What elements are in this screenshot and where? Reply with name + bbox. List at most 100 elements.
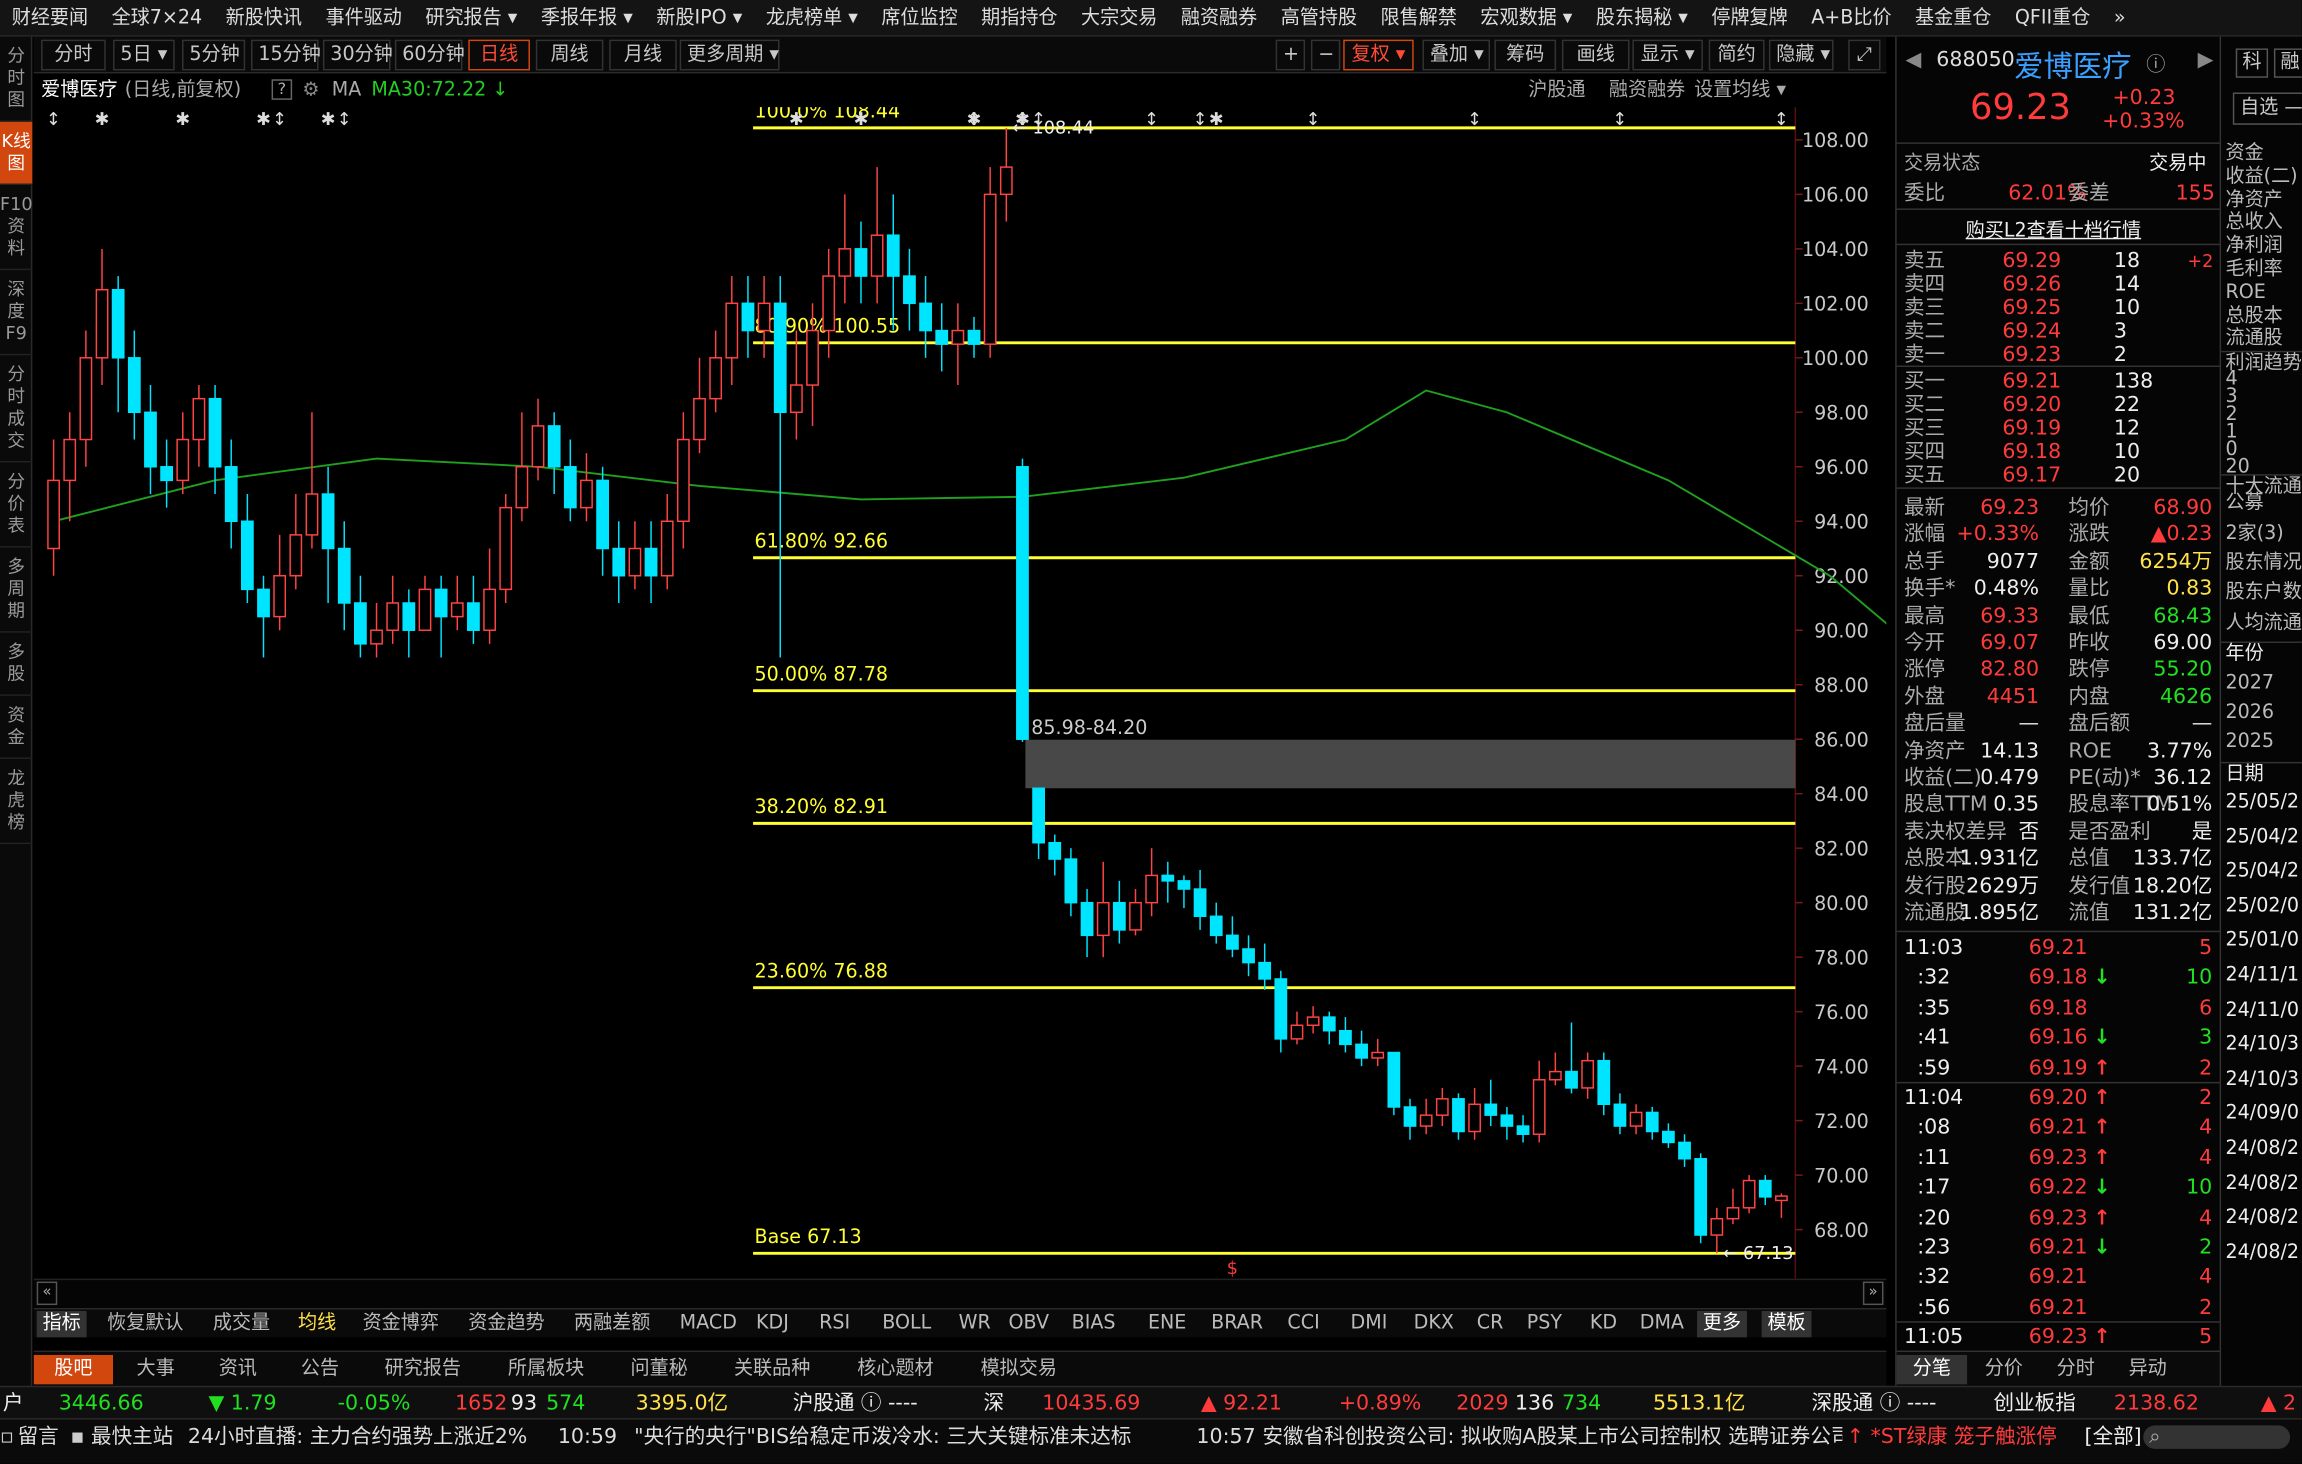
view-tab[interactable]: 多周期 bbox=[0, 548, 33, 633]
candle-body[interactable] bbox=[1145, 874, 1159, 904]
event-arrow-icon[interactable]: ↕ bbox=[1613, 110, 1628, 130]
nav-item[interactable]: 季报年报 ▾ bbox=[529, 0, 644, 37]
candle-body[interactable] bbox=[240, 520, 254, 591]
next-stock-icon[interactable]: ▶ bbox=[2198, 48, 2214, 71]
candle-body[interactable] bbox=[1452, 1098, 1465, 1133]
news-item-2[interactable]: 安徽省科创投资公司: 拟收购A股某上市公司控制权 选聘证券公司 bbox=[1262, 1421, 1842, 1453]
view-tab[interactable]: 多股 bbox=[0, 633, 33, 696]
candle-body[interactable] bbox=[1500, 1114, 1514, 1127]
bid-row[interactable]: 买三 69.19 12 bbox=[1897, 415, 2221, 441]
indicator-tab[interactable]: PSY bbox=[1521, 1311, 1568, 1337]
indicator-tab[interactable]: CCI bbox=[1282, 1311, 1326, 1337]
indicator-tab[interactable]: KDJ bbox=[750, 1311, 795, 1337]
sgt-flow[interactable]: 深股通 ⓘ ---- bbox=[1812, 1387, 1937, 1419]
nav-item[interactable]: » bbox=[2102, 0, 2137, 37]
all-news-button[interactable]: [全部] bbox=[2085, 1421, 2142, 1453]
candle-body[interactable] bbox=[1048, 842, 1062, 860]
candle-body[interactable] bbox=[305, 493, 319, 536]
candle-body[interactable] bbox=[1645, 1111, 1659, 1133]
candle-body[interactable] bbox=[63, 438, 77, 482]
event-star-icon[interactable]: ✱ bbox=[854, 110, 869, 130]
candle-body[interactable] bbox=[1322, 1016, 1336, 1032]
nav-item[interactable]: 高管持股 bbox=[1269, 0, 1369, 37]
indicator-tab[interactable]: BOLL bbox=[876, 1311, 937, 1337]
period-button[interactable]: 月线 bbox=[609, 39, 677, 71]
ask-row[interactable]: 卖四 69.26 14 bbox=[1897, 272, 2221, 298]
bottom-tab[interactable]: 问董秘 bbox=[609, 1355, 709, 1384]
candle-body[interactable] bbox=[1661, 1130, 1675, 1144]
chart-tool-button[interactable]: 筹码 bbox=[1494, 39, 1557, 71]
nav-item[interactable]: 停牌复牌 bbox=[1700, 0, 1800, 37]
period-button[interactable]: 周线 bbox=[535, 39, 604, 71]
nav-item[interactable]: 龙虎榜单 ▾ bbox=[754, 0, 869, 37]
l2-link[interactable]: 购买L2查看十档行情 bbox=[1966, 214, 2141, 242]
candle-body[interactable] bbox=[1274, 978, 1288, 1040]
candle-body[interactable] bbox=[1080, 901, 1094, 937]
event-star-icon[interactable]: ✱ bbox=[1209, 110, 1224, 130]
event-star-icon[interactable]: ✱ bbox=[256, 110, 271, 130]
candle-body[interactable] bbox=[483, 588, 496, 631]
bid-row[interactable]: 买四 69.18 10 bbox=[1897, 439, 2221, 465]
nav-item[interactable]: 新股快讯 bbox=[214, 0, 314, 37]
nav-item[interactable]: 限售解禁 bbox=[1369, 0, 1469, 37]
candle-body[interactable] bbox=[1468, 1103, 1481, 1133]
bottom-tab[interactable]: 核心题材 bbox=[835, 1355, 955, 1384]
event-arrow-icon[interactable]: ↕ bbox=[967, 110, 982, 130]
set-ma-button[interactable]: 设置均线 ▾ bbox=[1694, 75, 1786, 107]
candle-body[interactable] bbox=[741, 302, 755, 332]
view-tab[interactable]: F10资料 bbox=[0, 185, 33, 271]
event-arrow-icon[interactable]: ↕ bbox=[1774, 110, 1789, 130]
chart-tool-button[interactable]: 隐藏 ▾ bbox=[1768, 39, 1834, 71]
nav-item[interactable]: 大宗交易 bbox=[1069, 0, 1169, 37]
indicator-tab[interactable]: BRAR bbox=[1205, 1311, 1269, 1337]
candle-body[interactable] bbox=[1290, 1024, 1304, 1040]
candle-body[interactable] bbox=[563, 466, 577, 509]
link-hgt[interactable]: 沪股通 bbox=[1528, 75, 1585, 107]
candle-body[interactable] bbox=[160, 466, 174, 482]
nav-item[interactable]: 事件驱动 bbox=[314, 0, 414, 37]
candle-body[interactable] bbox=[1548, 1070, 1562, 1081]
candle-body[interactable] bbox=[1096, 901, 1110, 937]
bottom-tab[interactable]: 大事 bbox=[116, 1355, 195, 1384]
candle-body[interactable] bbox=[418, 588, 432, 631]
chart-tool-button[interactable]: 显示 ▾ bbox=[1632, 39, 1703, 71]
view-tab[interactable]: 分价表 bbox=[0, 462, 33, 548]
chart-tool-button[interactable]: − bbox=[1310, 39, 1341, 71]
candle-body[interactable] bbox=[854, 248, 868, 277]
candle-body[interactable] bbox=[1339, 1029, 1352, 1046]
prev-stock-icon[interactable]: ◀ bbox=[1905, 48, 1921, 71]
quote-tab[interactable]: 异动 bbox=[2112, 1355, 2182, 1384]
hot-alert[interactable]: ↑ *ST绿康 笼子触涨停 bbox=[1847, 1421, 2057, 1453]
star-board-button[interactable]: 科 bbox=[2235, 48, 2269, 78]
candle-body[interactable] bbox=[1775, 1195, 1788, 1202]
candle-body[interactable] bbox=[289, 534, 303, 577]
candle-body[interactable] bbox=[499, 506, 513, 591]
candle-body[interactable] bbox=[1129, 901, 1142, 931]
candle-body[interactable] bbox=[983, 193, 997, 345]
candle-body[interactable] bbox=[450, 602, 464, 618]
chart-tool-button[interactable]: + bbox=[1275, 39, 1306, 71]
indicator-tab[interactable]: CR bbox=[1471, 1311, 1509, 1337]
indicator-tab[interactable]: 均线 bbox=[292, 1311, 342, 1337]
indicator-tab[interactable]: 成交量 bbox=[207, 1311, 276, 1337]
candle-body[interactable] bbox=[1064, 858, 1078, 904]
nav-item[interactable]: 股东揭秘 ▾ bbox=[1584, 0, 1699, 37]
info-icon[interactable]: ⓘ bbox=[2146, 48, 2165, 76]
candle-body[interactable] bbox=[1193, 888, 1207, 918]
candle-body[interactable] bbox=[1629, 1111, 1643, 1127]
candle-body[interactable] bbox=[1532, 1079, 1546, 1135]
candle-body[interactable] bbox=[402, 602, 416, 631]
nav-item[interactable]: A+B比价 bbox=[1799, 0, 1903, 37]
candle-body[interactable] bbox=[1726, 1207, 1740, 1220]
candle-body[interactable] bbox=[192, 397, 206, 441]
candle-body[interactable] bbox=[47, 479, 60, 550]
candle-body[interactable] bbox=[1258, 961, 1272, 980]
candle-body[interactable] bbox=[1758, 1179, 1772, 1198]
view-tab[interactable]: K线图 bbox=[0, 121, 33, 185]
event-arrow-icon[interactable]: ↕ bbox=[46, 110, 61, 130]
message-button[interactable]: 留言 bbox=[18, 1421, 59, 1453]
candle-body[interactable] bbox=[1032, 787, 1045, 844]
fastest-site-button[interactable]: 最快主站 bbox=[91, 1421, 173, 1453]
nav-item[interactable]: 席位监控 bbox=[870, 0, 970, 37]
ask-row[interactable]: 卖一 69.23 2 bbox=[1897, 342, 2221, 368]
